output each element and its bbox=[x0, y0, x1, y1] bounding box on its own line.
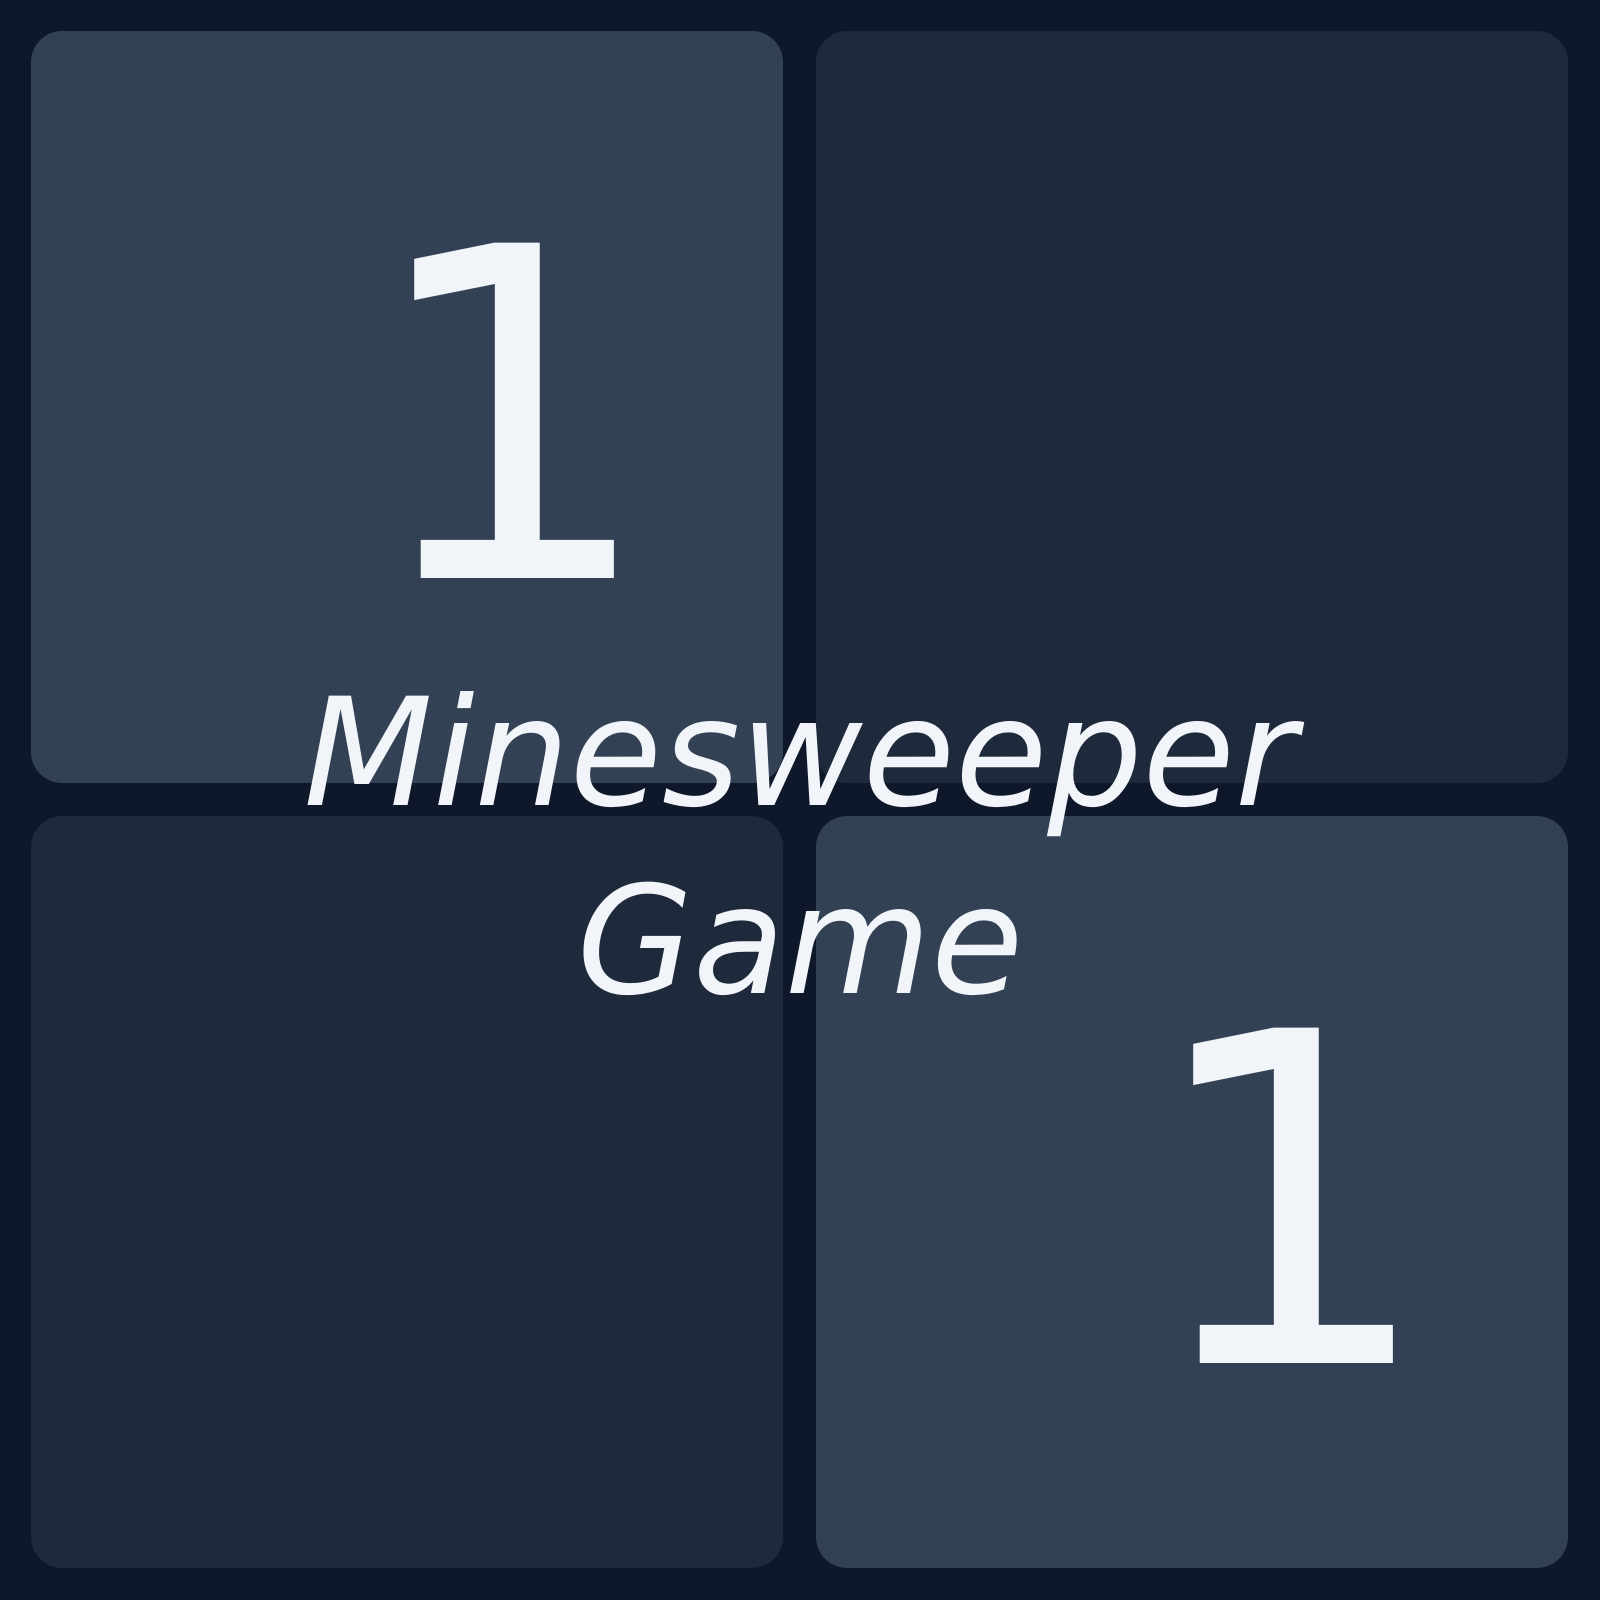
cell-r1-c0-hidden[interactable] bbox=[31, 816, 783, 1568]
cell-r1-c1-revealed[interactable]: 1 bbox=[816, 816, 1568, 1568]
cell-number: 1 bbox=[1142, 937, 1436, 1472]
cell-r0-c0-revealed[interactable]: 1 bbox=[31, 31, 783, 783]
cell-number: 1 bbox=[363, 152, 657, 687]
minesweeper-board: 1 1 Minesweeper Game bbox=[0, 0, 1600, 1600]
cell-r0-c1-hidden[interactable] bbox=[816, 31, 1568, 783]
